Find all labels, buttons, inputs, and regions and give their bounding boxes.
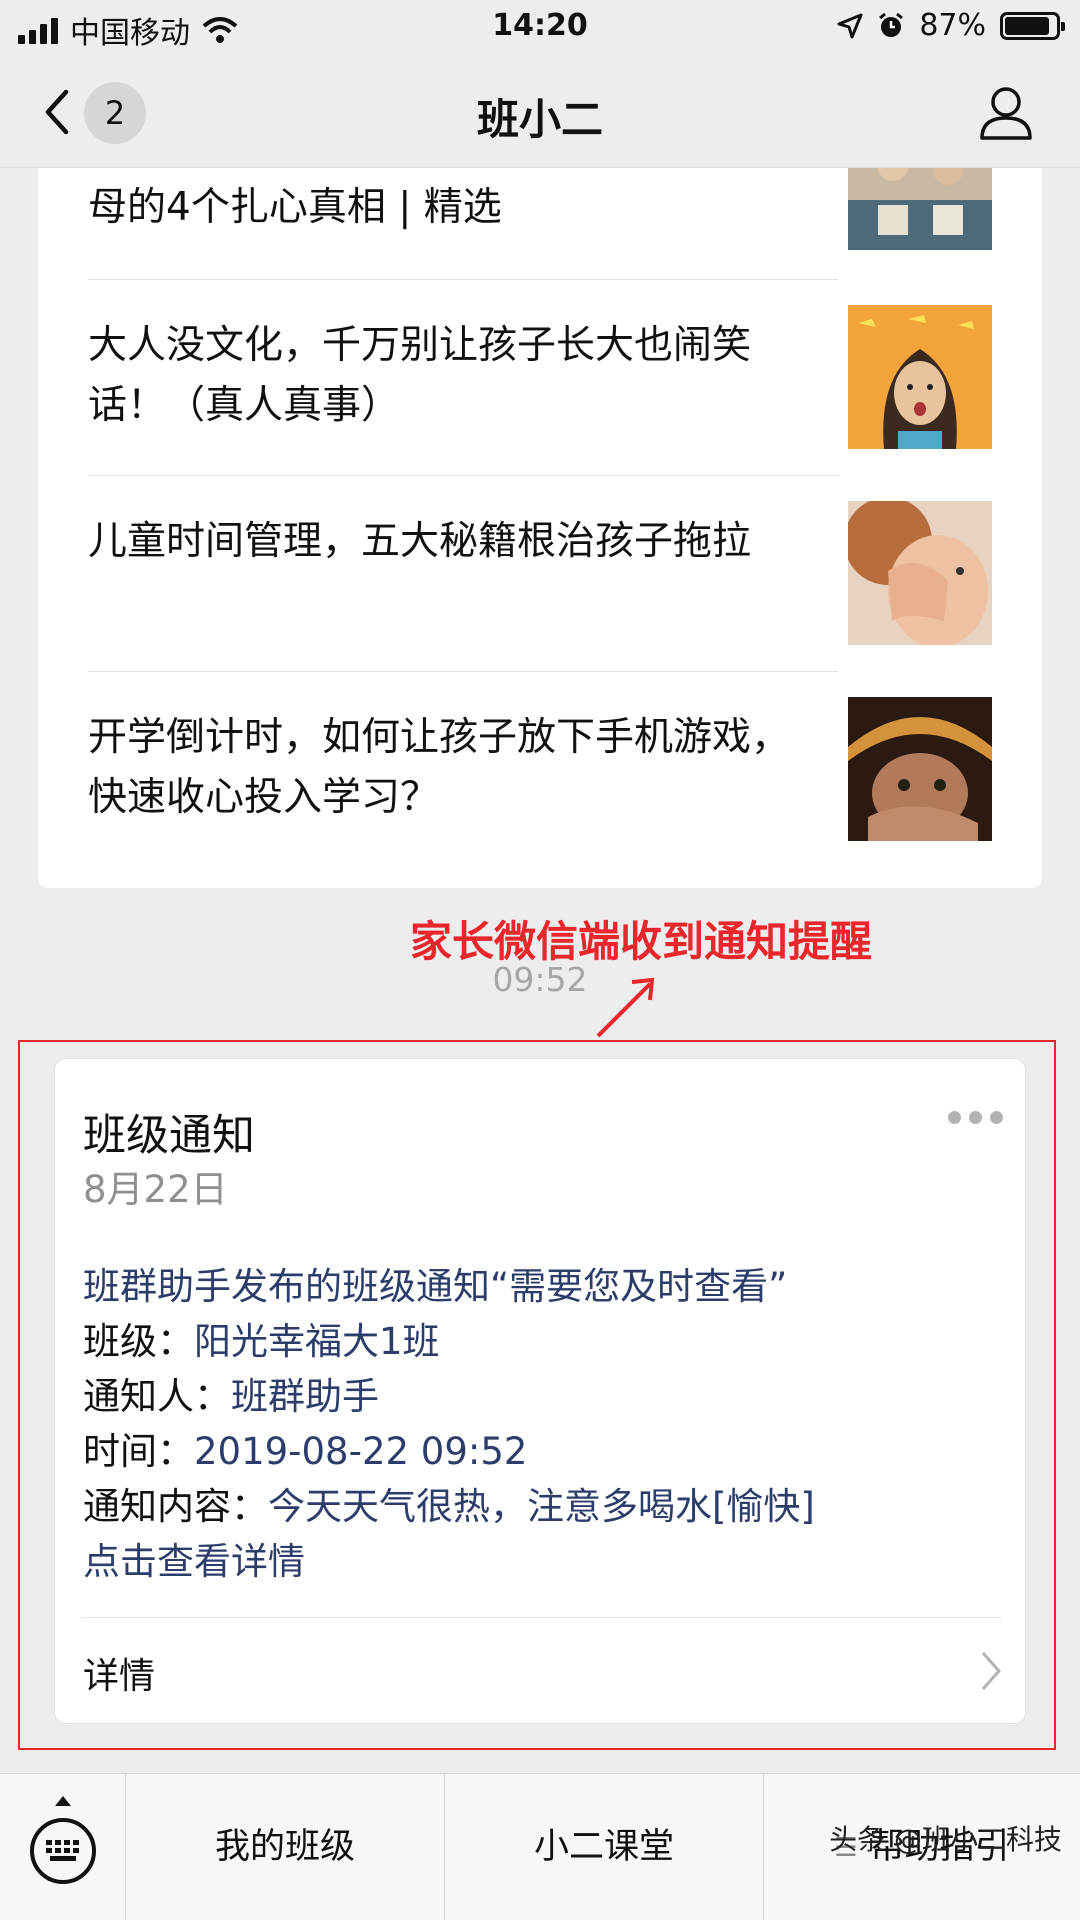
notifier-label: 通知人： (83, 1375, 231, 1418)
article-thumbnail (848, 697, 992, 841)
article-thumbnail (848, 305, 992, 449)
class-value: 阳光幸福大1班 (194, 1320, 440, 1363)
notice-headline: 班群助手发布的班级通知“需要您及时查看” (83, 1265, 788, 1308)
caret-up-icon (55, 1796, 71, 1806)
class-notice-card[interactable]: 班级通知 8月22日 班群助手发布的班级通知“需要您及时查看” 班级：阳光幸福大… (54, 1058, 1026, 1724)
article-title: 母的4个扎心真相 | 精选 (88, 185, 502, 230)
class-label: 班级： (83, 1320, 194, 1363)
content-label: 通知内容： (83, 1485, 268, 1528)
menu-my-class[interactable]: 我的班级 (126, 1774, 444, 1920)
details-row[interactable]: 详情 (55, 1619, 1027, 1723)
message-timestamp: 09:52 (492, 960, 588, 999)
article-item[interactable]: 儿童时间管理，五大秘籍根治孩子拖拉 (38, 476, 1042, 672)
notice-title: 班级通知 (83, 1111, 255, 1161)
article-title: 开学倒计时，如何让孩子放下手机游戏，快速收心投入学习？ (88, 715, 791, 820)
time-label: 时间： (83, 1430, 194, 1473)
content-value: 今天天气很热，注意多喝水[愉快] (268, 1485, 815, 1528)
profile-icon[interactable] (978, 82, 1034, 142)
article-list-card: 母的4个扎心真相 | 精选 大人没文化，千万别让孩子长大也闹笑话！（真人真事） (38, 120, 1042, 888)
nav-bar: 2 班小二 (0, 56, 1080, 168)
article-item[interactable]: 开学倒计时，如何让孩子放下手机游戏，快速收心投入学习？ (38, 672, 1042, 868)
notice-body: 班群助手发布的班级通知“需要您及时查看” 班级：阳光幸福大1班 通知人：班群助手… (83, 1259, 1013, 1589)
red-arrow-icon (596, 977, 655, 1038)
notifier-value: 班群助手 (231, 1375, 379, 1418)
location-icon (837, 13, 863, 38)
battery-icon (1000, 11, 1065, 40)
time-value: 2019-08-22 09:52 (194, 1430, 528, 1473)
article-title: 大人没文化，千万别让孩子长大也闹笑话！（真人真事） (88, 323, 752, 428)
divider (81, 1617, 1001, 1618)
article-title: 儿童时间管理，五大秘籍根治孩子拖拉 (88, 519, 752, 564)
battery-percent: 87% (919, 8, 986, 43)
alarm-icon (879, 12, 904, 37)
page-title: 班小二 (476, 95, 603, 144)
status-bar: 中国移动 14:20 87% (0, 0, 1080, 56)
watermark: 头条 @班小二科技 (829, 1823, 1062, 1856)
view-details-link[interactable]: 点击查看详情 (83, 1540, 305, 1583)
chevron-right-icon (981, 1652, 1002, 1690)
notice-date: 8月22日 (83, 1168, 228, 1211)
menu-class-lessons[interactable]: 小二课堂 (445, 1774, 763, 1920)
article-thumbnail (848, 501, 992, 645)
article-item[interactable]: 大人没文化，千万别让孩子长大也闹笑话！（真人真事） (38, 280, 1042, 476)
more-dots-icon[interactable] (948, 1111, 1003, 1124)
keyboard-icon (30, 1818, 96, 1884)
keyboard-toggle-button[interactable] (0, 1774, 126, 1920)
details-label: 详情 (83, 1656, 156, 1697)
